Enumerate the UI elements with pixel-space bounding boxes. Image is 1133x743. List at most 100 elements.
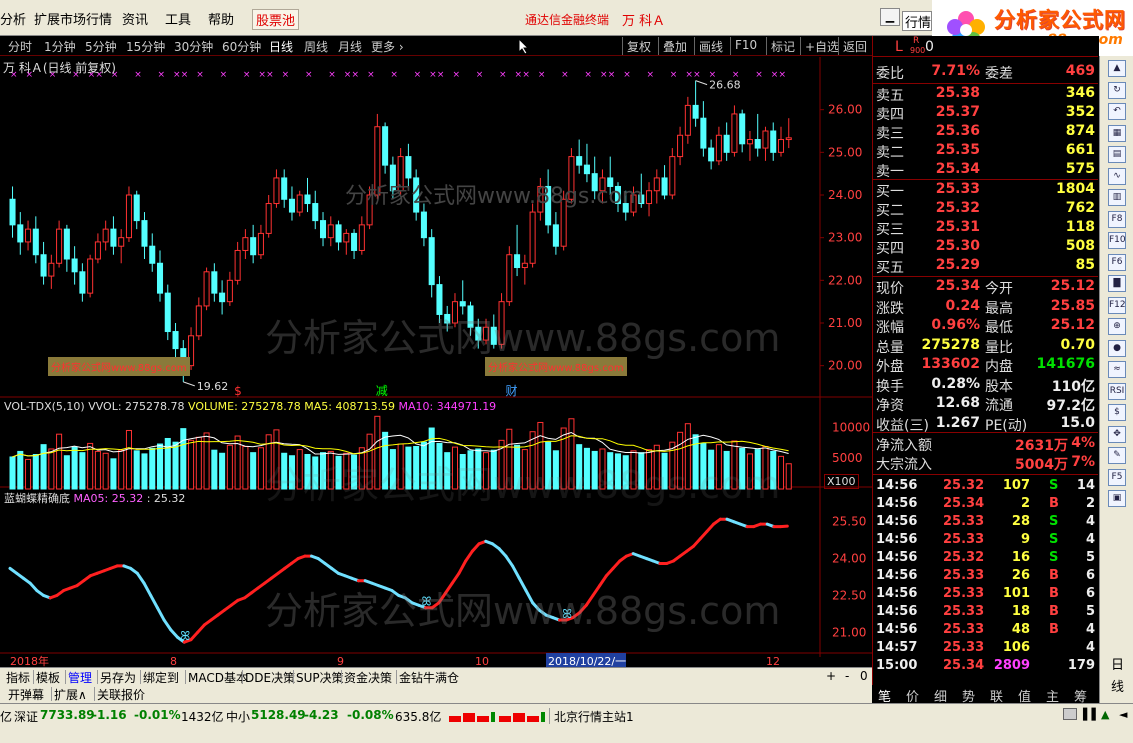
candle-body [250,237,257,256]
menu-news[interactable]: 资讯 [122,9,148,28]
tick-row[interactable]: 14:56 25.33 28 S 4 [873,514,1098,532]
period-daily[interactable]: 日线 [269,38,293,55]
tab-row2-0[interactable]: 开弹幕 [8,686,44,703]
menu-extended-market[interactable]: 扩展市场行情 [34,9,112,28]
add-favorite-button[interactable]: +自选 [800,37,843,55]
server-name[interactable]: 北京行情主站1 [554,708,634,725]
candle-body [739,113,746,145]
f6-icon[interactable]: F6 [1108,253,1126,271]
minimize-icon[interactable]: ▁ [880,8,900,26]
status-box-icon[interactable] [1063,708,1077,720]
tick-row[interactable]: 14:56 25.32 107 S 14 [873,478,1098,496]
period-weekly[interactable]: 周线 [304,38,328,55]
candle-body [669,156,676,196]
tick-row[interactable]: 14:56 25.33 48 B 4 [873,622,1098,640]
tab-row1-1[interactable]: 模板 [36,669,60,686]
scroll-button-0[interactable]: + [826,669,836,683]
overlay-button[interactable]: 叠加 [658,37,691,55]
period-60min[interactable]: 60分钟 [222,38,261,55]
period-30min[interactable]: 30分钟 [174,38,213,55]
tick-row[interactable]: 14:56 25.32 16 S 5 [873,550,1098,568]
scroll-button-2[interactable]: 0 [860,669,868,683]
bid-row[interactable]: 买三 25.31 118 [873,219,1098,238]
ask-row[interactable]: 卖四 25.37 352 [873,104,1098,123]
tick-row[interactable]: 14:56 25.33 101 B 6 [873,586,1098,604]
candle-body [273,177,280,205]
tab-row1-6[interactable]: DDE决策 [245,669,295,686]
quote-select[interactable]: 行情 [902,11,932,31]
ask-row[interactable]: 卖二 25.35 661 [873,142,1098,161]
move-icon[interactable]: ✥ [1108,425,1126,443]
tab-row1-9[interactable]: 金钻牛满仓 [399,669,459,686]
bid-row[interactable]: 买五 25.29 85 [873,257,1098,276]
scroll-icon[interactable]: ▣ [1108,490,1126,507]
sz-label[interactable]: 深证 [14,708,38,725]
period-15min[interactable]: 15分钟 [126,38,165,55]
tick-row[interactable]: 14:56 25.33 18 B 5 [873,604,1098,622]
arrow-up-icon[interactable]: ▲ [1108,60,1126,77]
zx-label[interactable]: 中小 [226,708,250,725]
sidebar-char-0[interactable]: 日 [1111,654,1124,673]
ask-row[interactable]: 卖三 25.36 874 [873,123,1098,142]
tab-row1-5[interactable]: MACD基本 [188,669,248,686]
pen-icon[interactable]: ✎ [1108,447,1126,464]
bid-row[interactable]: 买二 25.32 762 [873,200,1098,219]
line-chart-icon[interactable]: ∿ [1108,167,1126,185]
adjust-button[interactable]: 复权 [622,37,655,55]
tick-row[interactable]: 14:57 25.33 106 4 [873,640,1098,658]
period-1min[interactable]: 1分钟 [44,38,76,55]
status-bars-icon[interactable]: ▌▌ [1083,708,1100,721]
bid-row[interactable]: 买四 25.30 508 [873,238,1098,257]
tab-row1-0[interactable]: 指标 [6,669,30,686]
table-icon[interactable]: ▦ [1108,124,1126,142]
grid-icon[interactable]: ▤ [1108,146,1126,163]
sound-icon[interactable]: ◄ [1119,708,1127,721]
candle-body [9,198,16,226]
stat-value: 25.12 [1050,317,1095,333]
ball-icon[interactable]: ● [1108,339,1126,357]
menu-help[interactable]: 帮助 [208,9,234,28]
signal-icon[interactable]: ▲ [1101,708,1109,721]
tab-row2-1[interactable]: 扩展∧ [54,686,87,703]
refresh-icon[interactable]: ↻ [1108,81,1126,99]
tick-row[interactable]: 14:56 25.33 26 B 6 [873,568,1098,586]
stock-pool-button[interactable]: 股票池 [252,9,300,30]
tab-row1-7[interactable]: SUP决策 [296,669,344,686]
tab-row2-2[interactable]: 关联报价 [97,686,145,703]
bar-chart-icon[interactable]: ▇ [1108,275,1126,292]
wave-icon[interactable]: ≈ [1108,361,1126,378]
dollar-icon[interactable]: $ [1108,404,1126,421]
tab-row1-3[interactable]: 另存为 [100,669,136,686]
period-monthly[interactable]: 月线 [338,38,362,55]
f5-icon[interactable]: F5 [1108,468,1126,486]
f8-icon[interactable]: F8 [1108,210,1126,228]
menu-tools[interactable]: 工具 [165,9,191,28]
ask-row[interactable]: 卖五 25.38 346 [873,85,1098,104]
bid-row[interactable]: 买一 25.33 1804 [873,181,1098,200]
back-button[interactable]: 返回 [838,37,871,55]
tick-row[interactable]: 14:56 25.34 2 B 2 [873,496,1098,514]
f10-icon[interactable]: F10 [1108,232,1126,249]
sz-change: -1.16 [92,708,127,722]
period-intraday[interactable]: 分时 [8,38,32,55]
f10-button[interactable]: F10 [730,37,761,55]
tab-row1-4[interactable]: 绑定到 [143,669,179,686]
tick-row[interactable]: 15:00 25.34 2809 179 [873,658,1098,676]
kline-icon[interactable]: ▥ [1108,189,1126,206]
tab-row1-2[interactable]: 管理 [68,669,92,686]
period-more[interactable]: 更多 › [371,38,404,55]
chart-area[interactable]: 26.00 25.00 24.00 23.00 22.00 21.00 20.00 26.68… [0,57,872,667]
draw-line-button[interactable]: 画线 [694,37,727,55]
scroll-button-1[interactable]: - [845,669,849,683]
back-icon[interactable]: ↶ [1108,103,1126,120]
period-5min[interactable]: 5分钟 [85,38,117,55]
tick-row[interactable]: 14:56 25.33 9 S 4 [873,532,1098,550]
mark-button[interactable]: 标记 [766,37,799,55]
zoom-icon[interactable]: ⊕ [1108,318,1126,335]
rsi-icon[interactable]: RSI [1108,382,1126,400]
tab-row1-8[interactable]: 资金决策 [344,669,392,686]
sidebar-char-1[interactable]: 线 [1111,676,1124,695]
menu-analysis[interactable]: 分析 [0,9,26,28]
f12-icon[interactable]: F12 [1108,296,1126,314]
ask-row[interactable]: 卖一 25.34 575 [873,161,1098,180]
